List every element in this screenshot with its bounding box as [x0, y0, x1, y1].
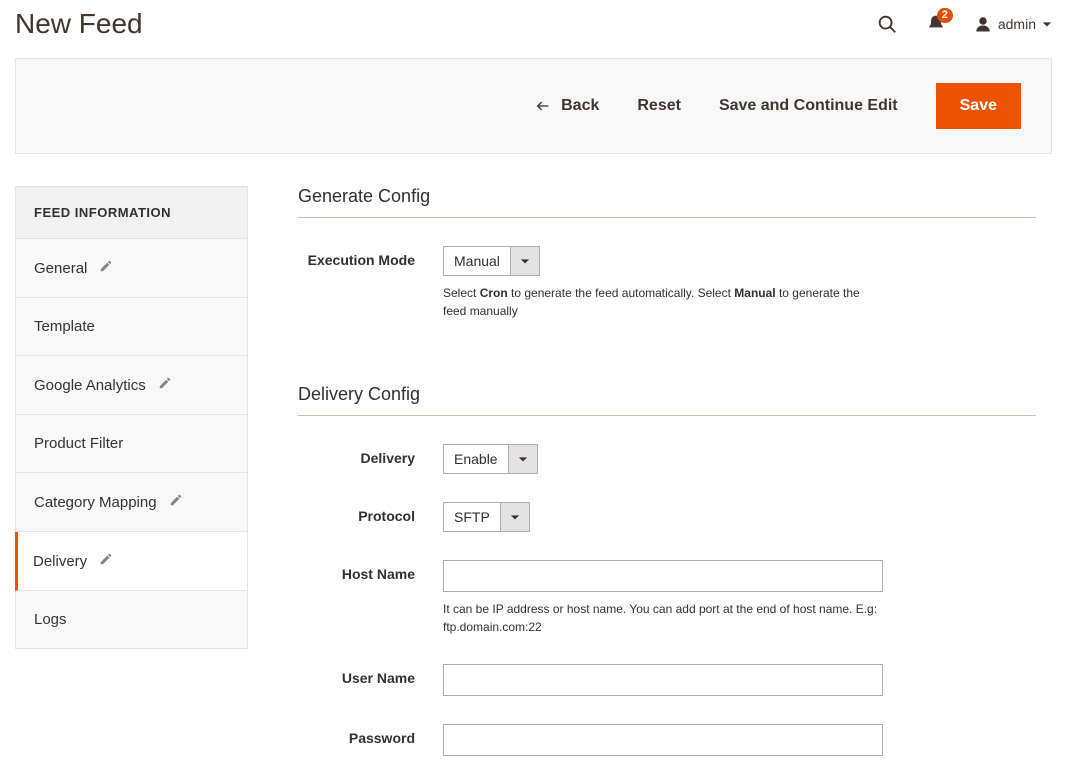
sidebar-item-label: Delivery	[33, 553, 87, 570]
notification-icon[interactable]: 2	[926, 14, 946, 34]
action-bar: Back Reset Save and Continue Edit Save	[15, 58, 1052, 154]
sidebar-item-logs[interactable]: Logs	[15, 591, 248, 649]
section-delivery-title: Delivery Config	[298, 384, 1036, 416]
chevron-down-icon	[1042, 19, 1052, 29]
sidebar-item-delivery[interactable]: Delivery	[15, 532, 248, 591]
save-button[interactable]: Save	[936, 83, 1021, 129]
delivery-label: Delivery	[298, 444, 443, 466]
hostname-input[interactable]	[443, 560, 883, 592]
sidebar-item-template[interactable]: Template	[15, 298, 248, 356]
protocol-value: SFTP	[443, 502, 500, 532]
sidebar-title: FEED INFORMATION	[15, 186, 248, 239]
sidebar-item-label: General	[34, 260, 87, 277]
sidebar-item-product-filter[interactable]: Product Filter	[15, 415, 248, 473]
execution-mode-value: Manual	[443, 246, 510, 276]
page-title: New Feed	[15, 8, 143, 40]
sidebar: FEED INFORMATION General Template Google A…	[15, 186, 248, 649]
sidebar-item-category-mapping[interactable]: Category Mapping	[15, 473, 248, 532]
delivery-select[interactable]: Enable	[443, 444, 538, 474]
back-button[interactable]: Back	[535, 97, 599, 115]
password-input[interactable]	[443, 724, 883, 756]
sidebar-item-label: Google Analytics	[34, 377, 146, 394]
reset-button[interactable]: Reset	[637, 97, 681, 115]
hostname-label: Host Name	[298, 560, 443, 582]
delivery-value: Enable	[443, 444, 508, 474]
sidebar-item-google-analytics[interactable]: Google Analytics	[15, 356, 248, 415]
back-label: Back	[561, 97, 599, 115]
hostname-note: It can be IP address or host name. You c…	[443, 600, 883, 636]
sidebar-item-label: Product Filter	[34, 435, 123, 452]
protocol-select[interactable]: SFTP	[443, 502, 530, 532]
sidebar-item-label: Template	[34, 318, 95, 335]
sidebar-item-label: Category Mapping	[34, 494, 157, 511]
pencil-icon	[99, 552, 113, 570]
chevron-down-icon	[508, 444, 538, 474]
execution-mode-select[interactable]: Manual	[443, 246, 540, 276]
protocol-label: Protocol	[298, 502, 443, 524]
username-label: User Name	[298, 664, 443, 686]
password-label: Password	[298, 724, 443, 746]
chevron-down-icon	[500, 502, 530, 532]
sidebar-item-general[interactable]: General	[15, 239, 248, 298]
username-input[interactable]	[443, 664, 883, 696]
pencil-icon	[158, 376, 172, 394]
pencil-icon	[99, 259, 113, 277]
execution-mode-label: Execution Mode	[298, 246, 443, 268]
search-icon[interactable]	[876, 13, 898, 35]
notification-badge: 2	[937, 8, 953, 23]
main-content: Generate Config Execution Mode Manual Se…	[298, 186, 1052, 756]
sidebar-item-label: Logs	[34, 611, 67, 628]
admin-user-label: admin	[998, 16, 1036, 32]
execution-mode-note: Select Cron to generate the feed automat…	[443, 284, 883, 320]
section-generate-title: Generate Config	[298, 186, 1036, 218]
save-continue-button[interactable]: Save and Continue Edit	[719, 97, 898, 115]
user-icon	[974, 15, 992, 33]
pencil-icon	[169, 493, 183, 511]
chevron-down-icon	[510, 246, 540, 276]
admin-user-menu[interactable]: admin	[974, 15, 1052, 33]
arrow-left-icon	[535, 98, 551, 114]
